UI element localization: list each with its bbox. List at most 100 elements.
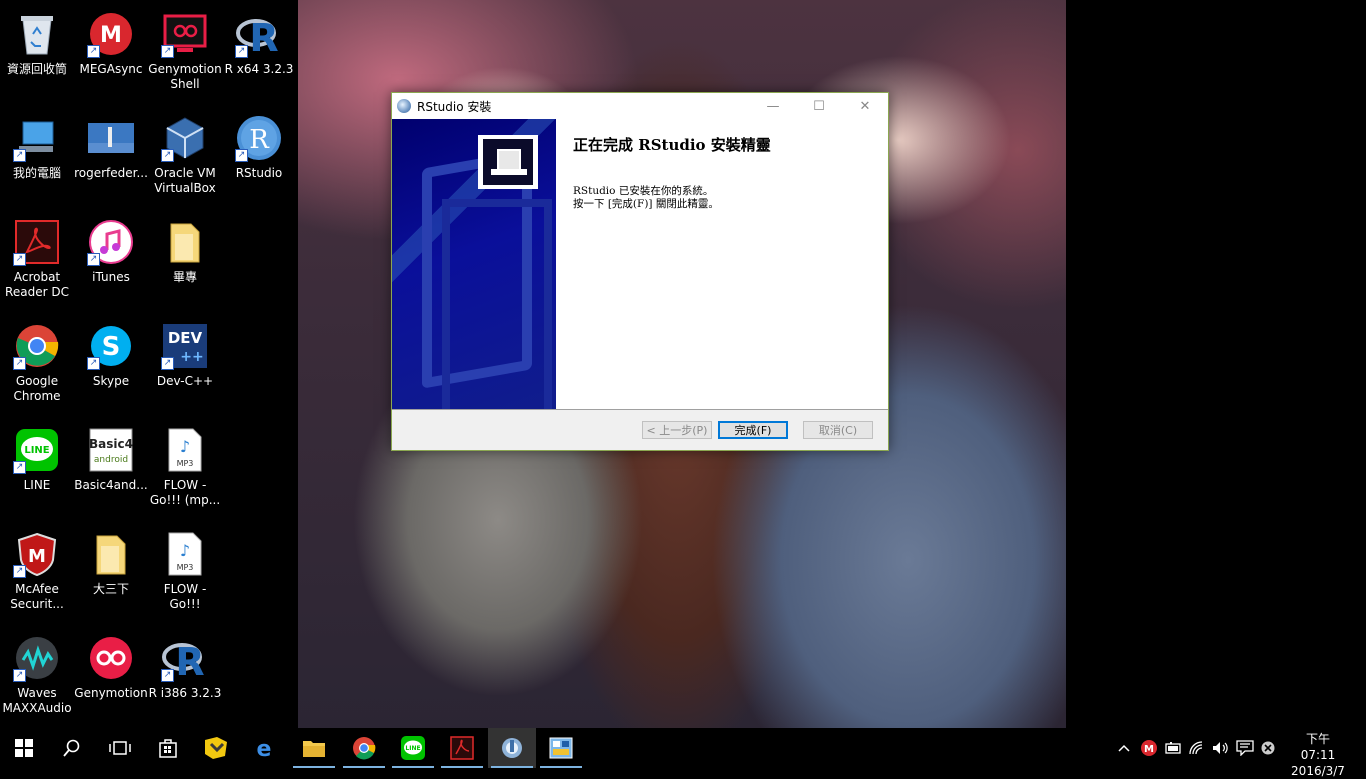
desktop-icon-genymotion-shell[interactable]: ↗ Genymotion Shell xyxy=(148,4,222,104)
desktop-icon-basic4android[interactable]: Basic4 android Basic4and... xyxy=(74,420,148,520)
genymotion-icon xyxy=(87,634,135,682)
svg-text:M: M xyxy=(28,546,46,567)
back-button[interactable]: < 上一步(P) xyxy=(642,421,712,439)
tray-volume[interactable] xyxy=(1210,728,1232,768)
desktop-icon-folder[interactable]: 大三下 xyxy=(74,524,148,624)
svg-text:MP3: MP3 xyxy=(177,459,194,468)
control-panel-icon xyxy=(549,737,573,759)
desktop-icon-megasync[interactable]: M ↗ MEGAsync xyxy=(74,4,148,104)
tray-battery[interactable] xyxy=(1162,728,1184,768)
taskbar-chrome[interactable] xyxy=(340,728,388,768)
svg-text:R: R xyxy=(175,640,204,681)
wizard-line-installed: RStudio 已安裝在你的系統。 xyxy=(573,185,714,197)
wizard-line-instruction: 按一下 [完成(F)] 關閉此精靈。 xyxy=(573,198,719,210)
battery-icon xyxy=(1165,742,1181,754)
desktop-icon-label: R i386 3.2.3 xyxy=(148,686,222,700)
svg-text:Basic4: Basic4 xyxy=(89,437,133,451)
show-hidden-icons-button[interactable] xyxy=(1114,728,1134,768)
desktop-icon-label: 我的電腦 xyxy=(12,166,61,180)
pinned-app-icon xyxy=(205,737,227,759)
window-titlebar[interactable]: RStudio 安裝 — ☐ ✕ xyxy=(392,93,888,119)
maximize-button[interactable]: ☐ xyxy=(796,93,842,119)
shortcut-arrow-icon: ↗ xyxy=(161,669,174,682)
desktop-icon-rstudio[interactable]: R ↗ RStudio xyxy=(222,108,296,208)
taskbar-pinned-app[interactable] xyxy=(192,728,240,768)
task-view-button[interactable] xyxy=(96,728,144,768)
taskbar-edge[interactable]: e xyxy=(240,728,288,768)
clock-time: 下午 07:11 xyxy=(1300,732,1336,762)
tray-megasync[interactable]: M xyxy=(1139,728,1159,768)
desktop-icon-r-x64[interactable]: R ↗ R x64 3.2.3 xyxy=(222,4,296,104)
desktop-icon-mp3-1[interactable]: ♪ MP3 FLOW - Go!!! (mp... xyxy=(148,420,222,520)
desktop-icon-waves[interactable]: ↗ Waves MAXXAudio xyxy=(0,628,74,728)
wizard-side-banner xyxy=(392,119,556,409)
desktop-icon-chrome[interactable]: ↗ Google Chrome xyxy=(0,316,74,416)
desktop-icon-r-i386[interactable]: R ↗ R i386 3.2.3 xyxy=(148,628,222,728)
installer-app-icon xyxy=(397,99,411,113)
svg-text:e: e xyxy=(257,737,272,760)
minimize-button[interactable]: — xyxy=(750,93,796,119)
search-icon xyxy=(63,739,80,757)
desktop-icon-line[interactable]: LINE ↗ LINE xyxy=(0,420,74,520)
volume-icon xyxy=(1213,742,1228,754)
installer-logo-icon xyxy=(478,135,538,189)
devcpp-icon: DEV ++ ↗ xyxy=(161,322,209,370)
edge-icon: e xyxy=(257,737,272,760)
desktop-icon-recycle-bin[interactable]: 資源回收筒 xyxy=(0,4,74,104)
desktop-icon-devcpp[interactable]: DEV ++ ↗ Dev-C++ xyxy=(148,316,222,416)
tray-status[interactable] xyxy=(1258,728,1278,768)
close-button[interactable]: ✕ xyxy=(842,93,888,119)
taskbar-acrobat[interactable] xyxy=(438,728,486,768)
taskbar-control-panel[interactable] xyxy=(537,728,585,768)
desktop-icon-label: 畢專 xyxy=(172,270,197,284)
shortcut-arrow-icon: ↗ xyxy=(235,45,248,58)
shortcut-arrow-icon: ↗ xyxy=(87,45,100,58)
desktop-icon-label: Basic4and... xyxy=(74,478,148,492)
svg-text:♪: ♪ xyxy=(180,541,190,560)
computer-icon: ↗ xyxy=(13,114,61,162)
search-button[interactable] xyxy=(48,728,96,768)
wizard-heading: 正在完成 RStudio 安裝精靈 xyxy=(573,136,771,154)
rstudio-icon: R ↗ xyxy=(235,114,283,162)
svg-text:android: android xyxy=(94,455,128,465)
desktop-icon-image-file[interactable]: rogerfeder... xyxy=(74,108,148,208)
desktop-icon-mp3-2[interactable]: ♪ MP3 FLOW - Go!!! xyxy=(148,524,222,624)
desktop-icon-skype[interactable]: S ↗ Skype xyxy=(74,316,148,416)
image-file-icon xyxy=(87,114,135,162)
r-icon: R ↗ xyxy=(161,634,209,682)
taskbar-clock[interactable]: 下午 07:11 2016/3/7 xyxy=(1288,731,1348,779)
shortcut-arrow-icon: ↗ xyxy=(13,149,26,162)
tray-action-center[interactable] xyxy=(1234,728,1256,768)
desktop-icon-label: Dev-C++ xyxy=(156,374,214,388)
start-button[interactable] xyxy=(0,728,48,768)
desktop-icon-acrobat[interactable]: ↗ Acrobat Reader DC xyxy=(0,212,74,312)
notification-icon xyxy=(1236,740,1254,756)
desktop-icon-label: Oracle VM VirtualBox xyxy=(154,166,216,195)
rstudio-installer-window[interactable]: RStudio 安裝 — ☐ ✕ 正在完成 RStudio 安裝精靈 RStud… xyxy=(391,92,889,451)
desktop-icon-mcafee[interactable]: M ↗ McAfee Securit... xyxy=(0,524,74,624)
finish-button[interactable]: 完成(F) xyxy=(718,421,788,439)
desktop-icon-genymotion[interactable]: Genymotion xyxy=(74,628,148,728)
taskbar-line[interactable]: LINE xyxy=(389,728,437,768)
taskbar-file-explorer[interactable] xyxy=(290,728,338,768)
banner-decoration xyxy=(442,199,552,409)
svg-text:R: R xyxy=(249,16,278,57)
folder-icon xyxy=(87,530,135,578)
taskbar-installer[interactable] xyxy=(488,728,536,768)
cancel-button[interactable]: 取消(C) xyxy=(803,421,873,439)
acrobat-icon: ↗ xyxy=(13,218,61,266)
desktop-icon-my-computer[interactable]: ↗ 我的電腦 xyxy=(0,108,74,208)
shortcut-arrow-icon: ↗ xyxy=(13,669,26,682)
installer-icon xyxy=(502,738,522,758)
svg-text:M: M xyxy=(1144,744,1154,755)
window-title: RStudio 安裝 xyxy=(417,99,492,114)
desktop-icon-label: MEGAsync xyxy=(79,62,143,76)
desktop-icon-itunes[interactable]: ↗ iTunes xyxy=(74,212,148,312)
desktop-icon-label: FLOW - Go!!! (mp... xyxy=(149,478,221,507)
chrome-icon: ↗ xyxy=(13,322,61,370)
desktop-icon-folder-project[interactable]: 畢專 xyxy=(148,212,222,312)
tray-network[interactable] xyxy=(1187,728,1209,768)
mp3-file-icon: ♪ MP3 xyxy=(161,530,209,578)
taskbar-store[interactable] xyxy=(144,728,192,768)
desktop-icon-virtualbox[interactable]: ↗ Oracle VM VirtualBox xyxy=(148,108,222,208)
